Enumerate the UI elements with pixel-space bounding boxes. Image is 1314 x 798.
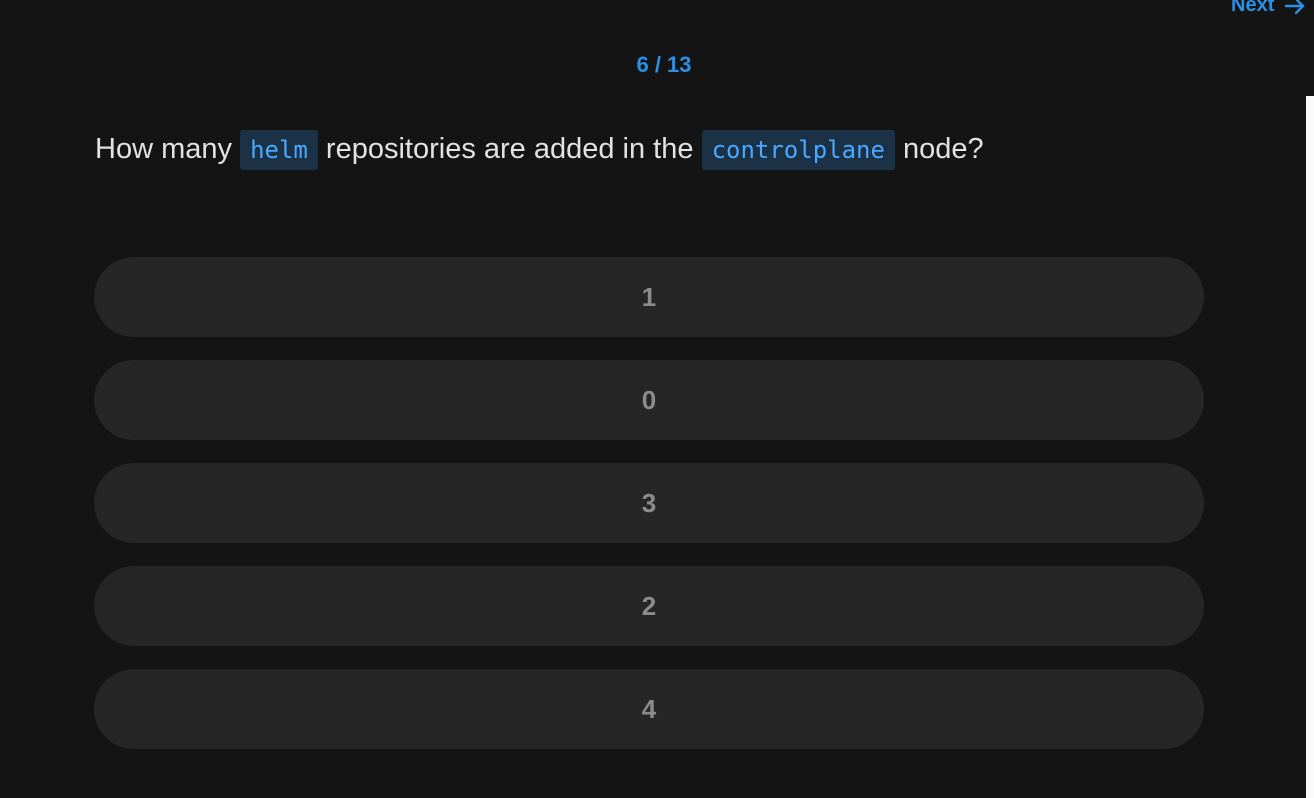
code-controlplane: controlplane bbox=[701, 130, 895, 170]
answer-option-4[interactable]: 4 bbox=[94, 669, 1204, 749]
answer-option-2[interactable]: 2 bbox=[94, 566, 1204, 646]
question-part-3: node? bbox=[903, 133, 984, 165]
quiz-page: Next 6 / 13 How many helm repositories a… bbox=[0, 0, 1314, 798]
question-part-2: repositories are added in the bbox=[325, 133, 694, 165]
question-part-1: How many bbox=[95, 133, 232, 165]
code-helm: helm bbox=[240, 130, 318, 170]
next-label: Next bbox=[1231, 0, 1275, 16]
side-panel-edge bbox=[1306, 96, 1314, 798]
answer-option-3[interactable]: 3 bbox=[94, 463, 1204, 543]
question-text: How many helm repositories are added in … bbox=[95, 128, 984, 170]
question-counter: 6 / 13 bbox=[636, 52, 692, 77]
arrow-right-icon bbox=[1285, 0, 1305, 14]
answer-option-1[interactable]: 1 bbox=[94, 257, 1204, 337]
answer-options: 1 0 3 2 4 bbox=[94, 257, 1204, 749]
answer-option-0[interactable]: 0 bbox=[94, 360, 1204, 440]
next-button[interactable]: Next bbox=[1231, 0, 1306, 17]
